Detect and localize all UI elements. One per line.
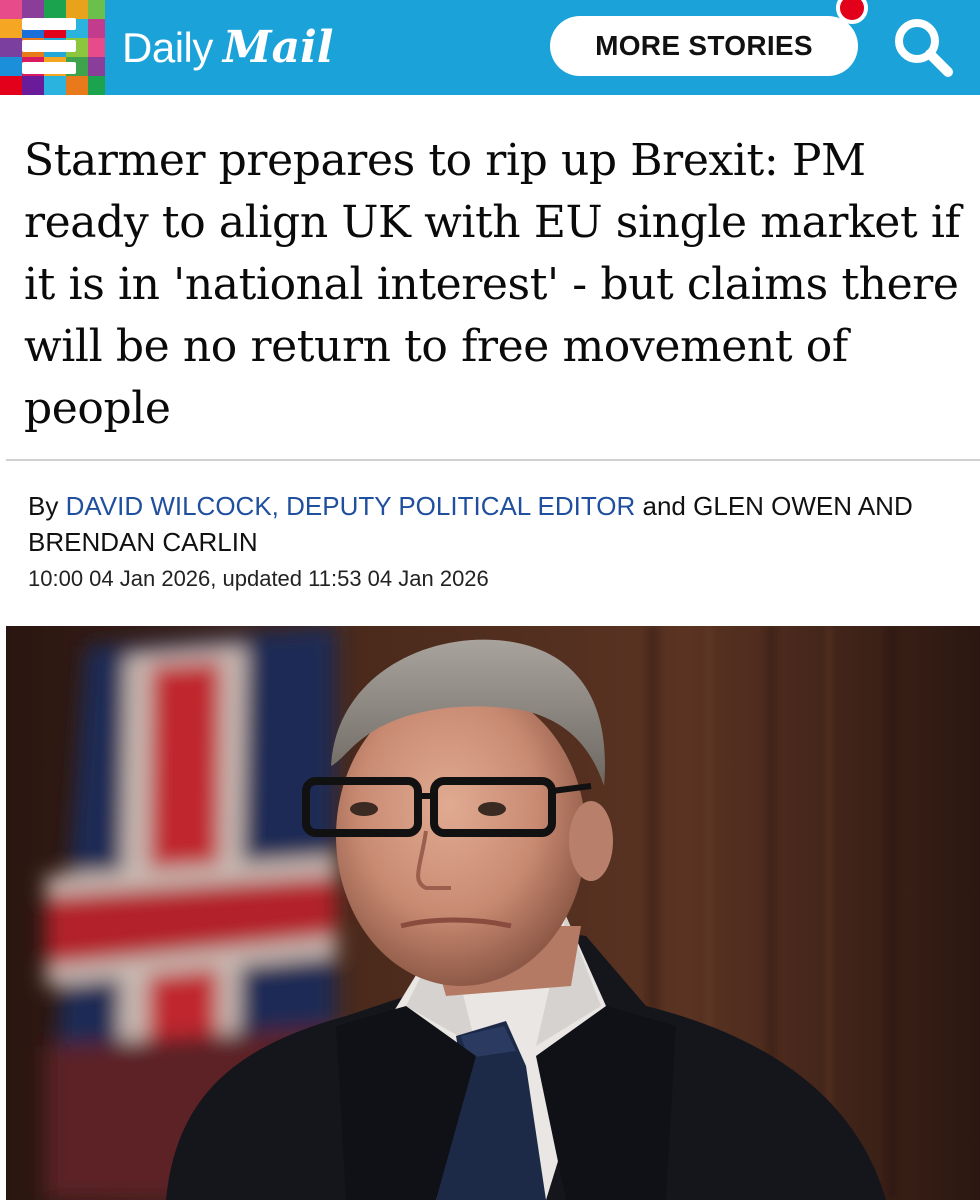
- article-headline: Starmer prepares to rip up Brexit: PM re…: [24, 135, 961, 434]
- logo-daily-text: Daily: [122, 24, 213, 71]
- byline-joiner: and: [642, 491, 686, 521]
- headline-divider: [6, 459, 980, 461]
- menu-button[interactable]: [0, 0, 105, 95]
- daily-mail-logo[interactable]: Daily Mail: [122, 22, 334, 73]
- menu-icon[interactable]: [22, 18, 82, 76]
- search-icon[interactable]: [890, 14, 956, 80]
- site-header: Daily Mail MORE STORIES: [0, 0, 980, 95]
- article-photo[interactable]: [6, 626, 980, 1200]
- logo-mail-text: Mail: [222, 22, 334, 73]
- article-timestamp: 10:00 04 Jan 2026, updated 11:53 04 Jan …: [28, 566, 489, 591]
- byline-prefix: By: [28, 491, 59, 521]
- byline: By DAVID WILCOCK, DEPUTY POLITICAL EDITO…: [28, 488, 958, 560]
- author-link[interactable]: DAVID WILCOCK, DEPUTY POLITICAL EDITOR: [66, 491, 636, 521]
- more-stories-button[interactable]: MORE STORIES: [550, 16, 858, 76]
- starmer-portrait-image: [6, 626, 980, 1200]
- more-stories-label: MORE STORIES: [595, 30, 813, 61]
